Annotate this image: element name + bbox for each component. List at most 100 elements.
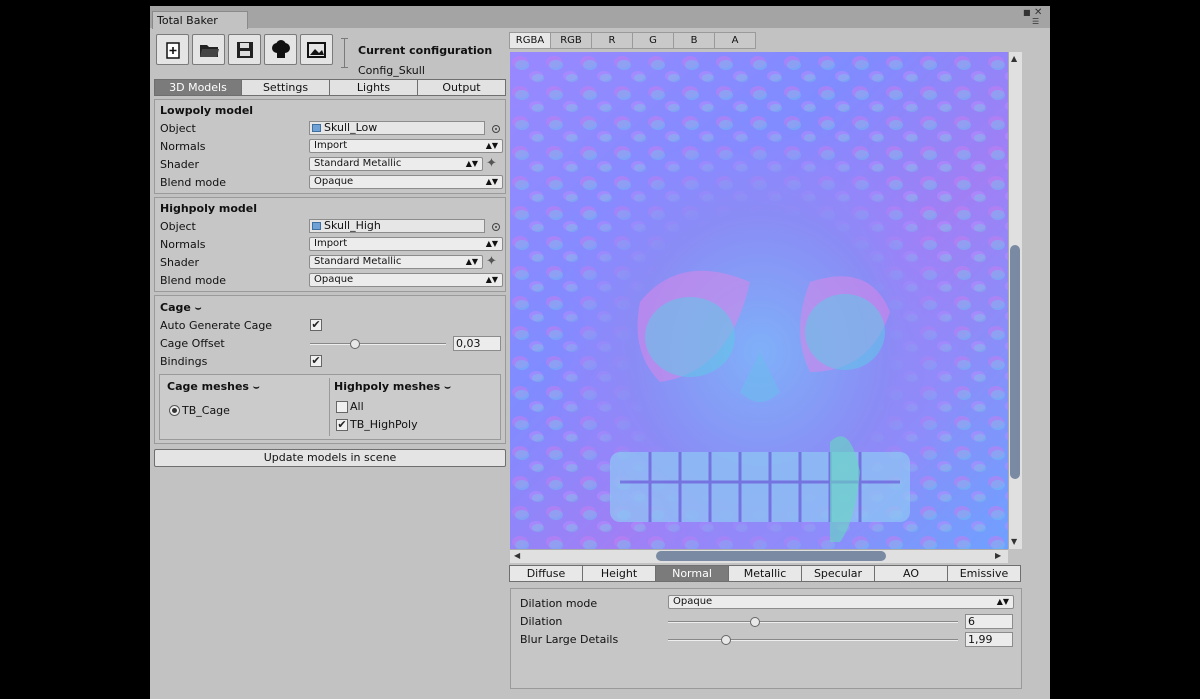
chevron-down-icon: ⌣ xyxy=(194,303,202,314)
lowpoly-section: Lowpoly model Object Skull_Low Normals I… xyxy=(154,99,506,194)
highpoly-blend-value: Opaque xyxy=(314,274,354,285)
scroll-down-icon[interactable]: ▼ xyxy=(1011,537,1017,546)
tab-diffuse[interactable]: Diffuse xyxy=(509,565,583,582)
tab-settings[interactable]: Settings xyxy=(241,79,330,96)
save-config-button[interactable] xyxy=(228,34,261,65)
dilation-mode-label: Dilation mode xyxy=(520,597,598,610)
maximize-icon[interactable]: ■ xyxy=(1023,8,1031,17)
window-tab[interactable]: Total Baker xyxy=(152,11,248,29)
highpoly-all-label: All xyxy=(350,400,364,413)
dropdown-arrow-icon: ▲▼ xyxy=(485,177,498,186)
object-picker-icon[interactable] xyxy=(492,223,500,231)
map-tabs: Diffuse Height Normal Metallic Specular … xyxy=(509,565,1021,582)
auto-generate-checkbox[interactable]: ✔ xyxy=(310,319,322,331)
highpoly-blend-dropdown[interactable]: Opaque ▲▼ xyxy=(309,273,503,287)
sparkle-icon[interactable]: ✦ xyxy=(486,156,497,171)
highpoly-all-checkbox[interactable] xyxy=(336,401,348,413)
tab-3d-models[interactable]: 3D Models xyxy=(154,79,242,96)
cage-meshes-header[interactable]: Cage meshes ⌣ xyxy=(167,380,260,393)
tab-metallic[interactable]: Metallic xyxy=(728,565,802,582)
lowpoly-normals-value: Import xyxy=(314,140,348,151)
scroll-right-icon[interactable]: ▶ xyxy=(995,551,1001,560)
cage-mesh-radio[interactable] xyxy=(169,405,180,416)
bake-button[interactable] xyxy=(264,34,297,65)
dilation-input[interactable]: 6 xyxy=(965,614,1013,629)
highpoly-mesh-checkbox[interactable]: ✔ xyxy=(336,419,348,431)
cage-offset-label: Cage Offset xyxy=(160,337,225,350)
tab-height[interactable]: Height xyxy=(582,565,656,582)
chevron-down-icon: ⌣ xyxy=(252,382,260,393)
checkmark-icon: ✔ xyxy=(337,418,347,431)
dropdown-arrow-icon: ▲▼ xyxy=(996,597,1009,606)
lowpoly-normals-dropdown[interactable]: Import ▲▼ xyxy=(309,139,503,153)
lowpoly-shader-label: Shader xyxy=(160,158,199,171)
chevron-down-icon: ⌣ xyxy=(444,382,451,393)
blur-slider[interactable] xyxy=(668,639,958,641)
dilation-mode-dropdown[interactable]: Opaque ▲▼ xyxy=(668,595,1014,609)
open-config-button[interactable] xyxy=(192,34,225,65)
tab-output[interactable]: Output xyxy=(417,79,506,96)
lowpoly-blend-value: Opaque xyxy=(314,176,354,187)
highpoly-shader-dropdown[interactable]: Standard Metallic ▲▼ xyxy=(309,255,483,269)
channel-b[interactable]: B xyxy=(673,32,715,49)
blur-label: Blur Large Details xyxy=(520,633,619,646)
export-button[interactable] xyxy=(300,34,333,65)
dilation-label: Dilation xyxy=(520,615,563,628)
tab-normal[interactable]: Normal xyxy=(655,565,729,582)
cage-offset-slider-thumb[interactable] xyxy=(349,339,360,349)
checkmark-icon: ✔ xyxy=(311,318,321,331)
tab-emissive[interactable]: Emissive xyxy=(947,565,1021,582)
cage-header[interactable]: Cage ⌣ xyxy=(160,301,201,314)
image-export-icon xyxy=(306,41,326,58)
channel-g[interactable]: G xyxy=(632,32,674,49)
dropdown-arrow-icon: ▲▼ xyxy=(465,257,478,266)
dropdown-arrow-icon: ▲▼ xyxy=(485,141,498,150)
highpoly-normals-dropdown[interactable]: Import ▲▼ xyxy=(309,237,503,251)
vertical-scroll-thumb[interactable] xyxy=(1010,245,1020,479)
cage-offset-slider[interactable] xyxy=(310,343,446,345)
toolbar: Current configuration Config_Skull xyxy=(154,32,506,77)
tab-ao[interactable]: AO xyxy=(874,565,948,582)
channel-r[interactable]: R xyxy=(591,32,633,49)
blur-input[interactable]: 1,99 xyxy=(965,632,1013,647)
bindings-checkbox[interactable]: ✔ xyxy=(310,355,322,367)
horizontal-scroll-thumb[interactable] xyxy=(656,551,886,561)
lowpoly-blend-label: Blend mode xyxy=(160,176,227,189)
lowpoly-blend-dropdown[interactable]: Opaque ▲▼ xyxy=(309,175,503,189)
chef-hat-icon xyxy=(271,39,290,58)
blur-slider-thumb[interactable] xyxy=(721,635,731,645)
folder-icon xyxy=(199,44,219,57)
auto-generate-label: Auto Generate Cage xyxy=(160,319,273,332)
dilation-slider-thumb[interactable] xyxy=(750,617,760,627)
channel-a[interactable]: A xyxy=(714,32,756,49)
new-config-button[interactable] xyxy=(156,34,189,65)
lowpoly-object-field[interactable]: Skull_Low xyxy=(309,121,485,135)
channel-tabs: RGBA RGB R G B A xyxy=(509,32,756,49)
new-file-icon xyxy=(165,41,180,59)
menu-icon[interactable]: ☰ xyxy=(1032,17,1039,26)
main-tabs: 3D Models Settings Lights Output xyxy=(154,79,506,96)
tab-specular[interactable]: Specular xyxy=(801,565,875,582)
mesh-icon xyxy=(312,124,321,132)
update-models-button[interactable]: Update models in scene xyxy=(154,449,506,467)
tab-lights[interactable]: Lights xyxy=(329,79,418,96)
channel-rgba[interactable]: RGBA xyxy=(509,32,551,49)
object-picker-icon[interactable] xyxy=(492,125,500,133)
highpoly-shader-value: Standard Metallic xyxy=(314,256,402,267)
lowpoly-shader-dropdown[interactable]: Standard Metallic ▲▼ xyxy=(309,157,483,171)
scroll-up-icon[interactable]: ▲ xyxy=(1011,54,1017,63)
highpoly-shader-label: Shader xyxy=(160,256,199,269)
highpoly-meshes-header[interactable]: Highpoly meshes ⌣ xyxy=(334,380,451,393)
scroll-left-icon[interactable]: ◀ xyxy=(514,551,520,560)
dropdown-arrow-icon: ▲▼ xyxy=(465,159,478,168)
cage-section: Cage ⌣ Auto Generate Cage ✔ Cage Offset 0… xyxy=(154,295,506,444)
highpoly-normals-value: Import xyxy=(314,238,348,249)
toolbar-separator xyxy=(341,38,348,68)
highpoly-object-field[interactable]: Skull_High xyxy=(309,219,485,233)
dilation-slider[interactable] xyxy=(668,621,958,623)
channel-rgb[interactable]: RGB xyxy=(550,32,592,49)
texture-preview[interactable] xyxy=(510,52,1008,549)
highpoly-object-label: Object xyxy=(160,220,196,233)
cage-offset-input[interactable]: 0,03 xyxy=(453,336,501,351)
sparkle-icon[interactable]: ✦ xyxy=(486,254,497,269)
